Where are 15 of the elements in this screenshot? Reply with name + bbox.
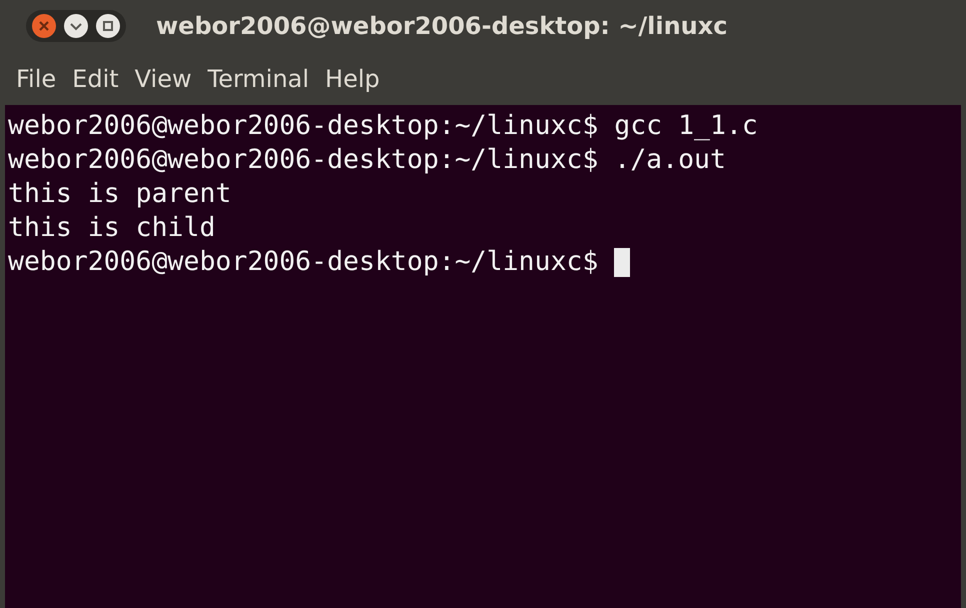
- terminal-area[interactable]: webor2006@webor2006-desktop:~/linuxc$ gcc 1_1.c webor2006@webor2006-desktop:~/linuxc$ ./a.out this is parent this is child webor2006@webor2006-desktop:~/linuxc$: [5, 105, 961, 608]
- terminal-line: webor2006@webor2006-desktop:~/linuxc$ ./a.out: [8, 143, 726, 177]
- menu-item[interactable]: File: [14, 62, 58, 94]
- menu-item[interactable]: Help: [323, 62, 382, 94]
- menu-item[interactable]: Edit: [70, 62, 121, 94]
- minimize-icon[interactable]: [63, 13, 89, 39]
- maximize-icon[interactable]: [95, 13, 121, 39]
- terminal-line: webor2006@webor2006-desktop:~/linuxc$ gcc 1_1.c: [8, 109, 758, 143]
- terminal-line: this is child: [8, 211, 216, 245]
- terminal-line: webor2006@webor2006-desktop:~/linuxc$: [8, 245, 600, 279]
- terminal-line: this is parent: [8, 177, 232, 211]
- menu-item[interactable]: Terminal: [206, 62, 312, 94]
- close-icon[interactable]: [31, 13, 57, 39]
- menu-item[interactable]: View: [132, 62, 194, 94]
- window-title: webor2006@webor2006-desktop: ~/linuxc: [156, 12, 728, 40]
